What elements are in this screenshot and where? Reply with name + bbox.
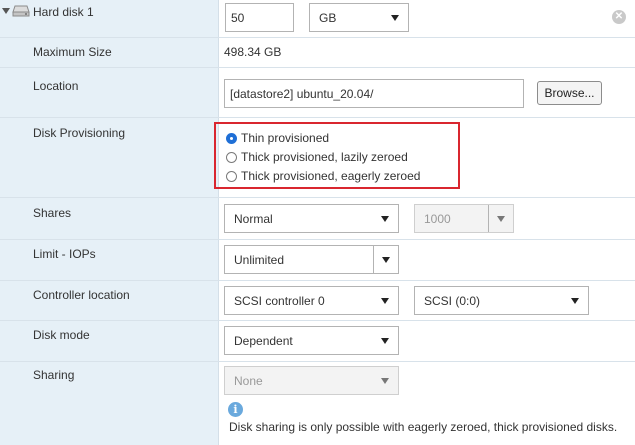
chevron-down-icon [381, 337, 389, 344]
highlight-box [214, 122, 460, 189]
shares-value: Normal [234, 211, 273, 226]
row-divider [0, 320, 635, 321]
shares-select[interactable]: Normal [224, 204, 399, 233]
scsi-node-select[interactable]: SCSI (0:0) [414, 286, 589, 315]
chevron-down-icon [571, 297, 579, 304]
browse-button[interactable]: Browse... [537, 81, 602, 105]
chevron-down-icon [381, 297, 389, 304]
row-divider [0, 37, 635, 38]
disk-provisioning-label: Disk Provisioning [33, 126, 126, 140]
sharing-value: None [234, 373, 263, 388]
row-divider [0, 67, 635, 68]
controller-select[interactable]: SCSI controller 0 [224, 286, 399, 315]
disk-mode-select[interactable]: Dependent [224, 326, 399, 355]
hard-disk-title: Hard disk 1 [33, 5, 94, 19]
disk-mode-label: Disk mode [33, 328, 90, 342]
max-size-value: 498.34 GB [224, 45, 282, 59]
disk-mode-value: Dependent [234, 333, 293, 348]
sharing-label: Sharing [33, 368, 75, 382]
hard-disk-icon [12, 5, 30, 17]
location-label: Location [33, 79, 79, 93]
controller-location-label: Controller location [33, 288, 130, 302]
location-input[interactable]: [datastore2] ubuntu_20.04/ [224, 79, 524, 108]
chevron-down-icon [381, 377, 389, 384]
disk-size-unit-value: GB [319, 10, 337, 25]
limit-iops-label: Limit - IOPs [33, 247, 96, 261]
shares-amount-value: 1000 [424, 211, 451, 226]
chevron-down-icon [381, 215, 389, 222]
sharing-info-text: Disk sharing is only possible with eager… [229, 420, 618, 434]
chevron-down-icon [497, 215, 505, 222]
sharing-select: None [224, 366, 399, 395]
shares-amount-input: 1000 [414, 204, 514, 233]
max-size-label: Maximum Size [33, 45, 112, 59]
chevron-down-icon[interactable] [382, 256, 390, 263]
expand-toggle[interactable] [2, 8, 10, 14]
limit-iops-value: Unlimited [234, 252, 285, 267]
disk-size-input[interactable]: 50 [225, 3, 294, 32]
controller-value: SCSI controller 0 [234, 293, 325, 308]
scsi-node-value: SCSI (0:0) [424, 293, 481, 308]
shares-label: Shares [33, 206, 72, 220]
disk-size-value: 50 [231, 10, 245, 25]
disk-size-unit-select[interactable]: GB [309, 3, 409, 32]
row-divider [0, 117, 635, 118]
chevron-down-icon [391, 14, 399, 21]
limit-iops-combo[interactable]: Unlimited [224, 245, 399, 274]
select-divider [373, 246, 374, 273]
row-divider [0, 280, 635, 281]
row-divider [0, 197, 635, 198]
row-divider [0, 361, 635, 362]
info-icon: i [228, 402, 243, 417]
row-divider [0, 239, 635, 240]
select-divider [488, 205, 489, 232]
location-value: [datastore2] ubuntu_20.04/ [230, 86, 374, 101]
close-icon[interactable]: ✕ [612, 10, 626, 24]
